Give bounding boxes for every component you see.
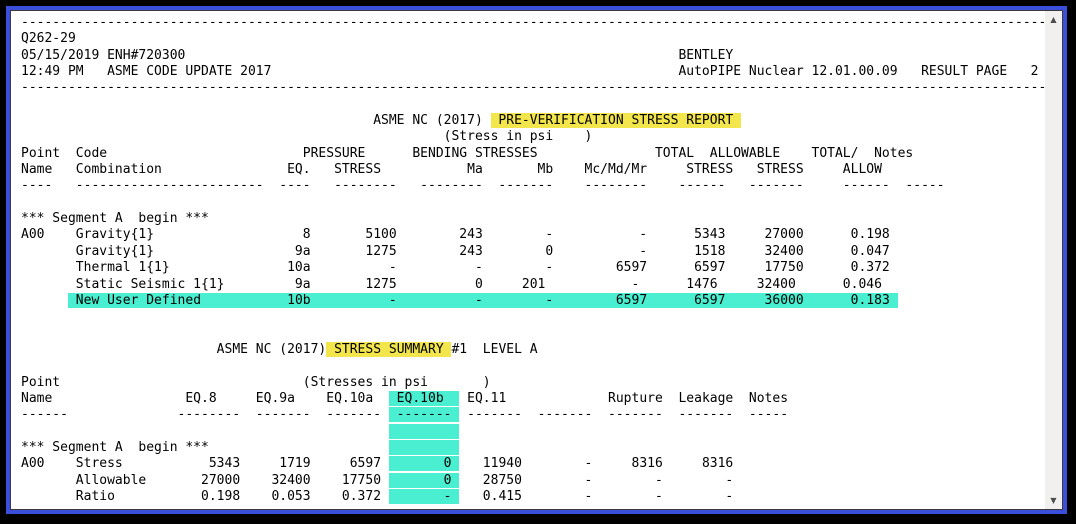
- scroll-down-button[interactable]: ▼: [1045, 492, 1062, 509]
- report-line: (Stress in psi ): [21, 129, 593, 145]
- report-line: Static Seismic 1{1} 9a 1275 0 201 - 1476…: [21, 276, 882, 292]
- report-line: [21, 195, 1045, 211]
- report-line: [21, 326, 1045, 342]
- report-line: A00 Gravity{1} 8 5100 243 - - 5343 27000…: [21, 227, 890, 243]
- report-line: Name EQ.8 EQ.9a EQ.10a EQ.10b EQ.11 Rupt…: [21, 390, 789, 406]
- report-line: Name Combination EQ. STRESS Ma Mb Mc/Md/…: [21, 162, 882, 178]
- report-text: ----------------------------------------…: [11, 11, 1045, 505]
- report-line: 12:49 PM ASME CODE UPDATE 2017 AutoPIPE …: [21, 64, 1039, 80]
- report-line: [21, 309, 1045, 325]
- report-line: Ratio 0.198 0.053 0.372 - 0.415 - - -: [21, 488, 734, 504]
- report-line: Q262-29: [21, 31, 76, 47]
- report-line: *** Segment A begin ***: [21, 439, 1045, 456]
- report-line: [21, 97, 1045, 113]
- report-line: 05/15/2019 ENH#720300 BENTLEY: [21, 47, 734, 63]
- vertical-scrollbar[interactable]: ▲ ▼: [1045, 11, 1062, 509]
- report-line: ASME NC (2017) PRE-VERIFICATION STRESS R…: [21, 113, 742, 129]
- chevron-up-icon: ▲: [1050, 14, 1057, 24]
- report-line: ---- ------------------------ ---- -----…: [21, 178, 945, 194]
- report-line: *** Segment A begin ***: [21, 211, 209, 227]
- report-window: ----------------------------------------…: [6, 6, 1067, 514]
- report-line: Allowable 27000 32400 17750 0 28750 - - …: [21, 472, 734, 488]
- report-viewport: ----------------------------------------…: [11, 11, 1045, 509]
- report-line: Point Code PRESSURE BENDING STRESSES TOT…: [21, 145, 914, 161]
- report-line: Gravity{1} 9a 1275 243 0 - 1518 32400 0.…: [21, 243, 890, 259]
- report-line: ----------------------------------------…: [21, 15, 1045, 30]
- chevron-down-icon: ▼: [1050, 495, 1057, 505]
- report-line: A00 Stress 5343 1719 6597 0 11940 - 8316…: [21, 456, 734, 472]
- report-line: Thermal 1{1} 10a - - - 6597 6597 17750 0…: [21, 260, 890, 276]
- report-line: New User Defined 10b - - - 6597 6597 360…: [67, 292, 898, 308]
- report-line: [21, 358, 1045, 374]
- report-line: ASME NC (2017) STRESS SUMMARY #1 LEVEL A: [21, 341, 538, 357]
- report-line: ------ -------- ------- ------- ------- …: [21, 407, 789, 423]
- scroll-up-button[interactable]: ▲: [1045, 11, 1062, 28]
- report-line: [21, 423, 1045, 440]
- report-line: ----------------------------------------…: [21, 80, 1045, 96]
- report-line: Point (Stresses in psi ): [21, 374, 491, 390]
